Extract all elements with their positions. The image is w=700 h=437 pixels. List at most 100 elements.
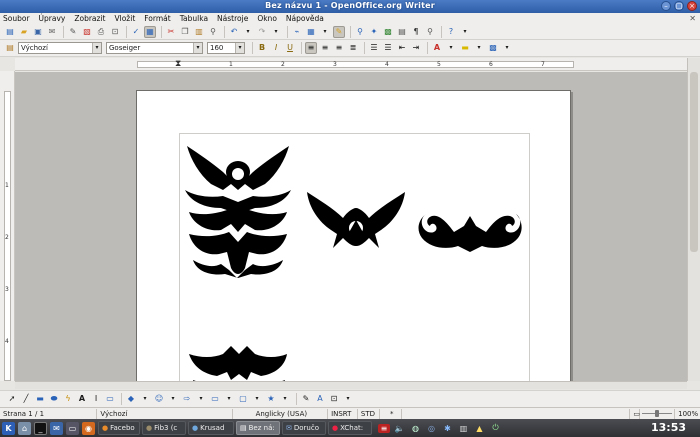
ornament-glyph-partial[interactable]	[187, 346, 289, 381]
kde-menu-icon[interactable]: K	[2, 421, 15, 435]
status-page[interactable]: Strana 1 / 1	[0, 408, 98, 419]
menu-tools[interactable]: Nástroje	[217, 14, 248, 23]
speaker-icon[interactable]: 🔈	[393, 422, 406, 435]
vertical-text-icon[interactable]: I	[90, 393, 102, 405]
network-icon[interactable]: ◍	[409, 422, 422, 435]
new-document-icon[interactable]: ▤	[4, 26, 16, 38]
decrease-indent-icon[interactable]: ⇤	[396, 42, 408, 54]
bullets-icon[interactable]: ☰	[382, 42, 394, 54]
datasources-icon[interactable]: ▤	[396, 26, 408, 38]
view-layout-icon[interactable]: ▭	[630, 408, 641, 419]
chevron-down-icon[interactable]: ▾	[92, 43, 101, 53]
help-icon[interactable]: ?	[445, 26, 457, 38]
autospellcheck-icon[interactable]: ▦	[144, 25, 156, 38]
power-icon[interactable]: ⏻	[489, 422, 502, 435]
redo-icon[interactable]: ↷	[256, 26, 268, 38]
status-modified[interactable]: *	[380, 408, 402, 419]
flowcharts-icon[interactable]: ▭	[209, 393, 221, 405]
chevron-down-icon[interactable]: ▾	[193, 43, 202, 53]
save-icon[interactable]: ▣	[32, 26, 44, 38]
callouts-icon[interactable]: ▭	[104, 393, 116, 405]
background-color-icon[interactable]: ▩	[487, 42, 499, 54]
ornament-glyph-wings[interactable]	[305, 190, 407, 252]
zoom-value[interactable]: 100%	[675, 409, 700, 419]
font-color-dropdown-icon[interactable]: ▾	[445, 42, 457, 54]
minimize-button[interactable]: –	[661, 1, 671, 11]
updater-icon[interactable]: ▲	[473, 422, 486, 435]
close-document-icon[interactable]: ✕	[689, 14, 696, 23]
menu-file[interactable]: Soubor	[3, 14, 30, 23]
basic-shapes-dropdown-icon[interactable]: ▾	[139, 393, 151, 405]
export-pdf-icon[interactable]: ▧	[81, 26, 93, 38]
desktop-icon[interactable]: ▭	[66, 421, 79, 435]
indent-marker-icon[interactable]: ⧗	[175, 60, 181, 69]
callout-shapes-icon[interactable]: ▢	[237, 393, 249, 405]
status-language[interactable]: Anglicky (USA)	[233, 408, 329, 419]
task-button-active[interactable]: ▤ Bez ná:	[236, 421, 280, 435]
text-icon[interactable]: A	[76, 393, 88, 405]
toolbar-options-icon[interactable]: ▾	[342, 393, 354, 405]
font-color-icon[interactable]: A	[431, 42, 443, 54]
task-button[interactable]: ✉ Doručo	[282, 421, 326, 435]
ornament-glyph-face[interactable]	[185, 142, 291, 278]
clone-formatting-icon[interactable]: ⚲	[207, 26, 219, 38]
zoom-icon[interactable]: ⚲	[424, 26, 436, 38]
underline-icon[interactable]: U	[284, 42, 296, 54]
symbol-shapes-dropdown-icon[interactable]: ▾	[167, 393, 179, 405]
menu-insert[interactable]: Vložit	[115, 14, 136, 23]
konsole-icon[interactable]: _	[34, 421, 47, 435]
chevron-down-icon[interactable]: ▾	[235, 43, 244, 53]
align-right-icon[interactable]: ≡	[333, 42, 345, 54]
firefox-launcher-icon[interactable]: ◉	[82, 421, 95, 435]
document-page[interactable]	[136, 90, 571, 381]
table-dropdown-icon[interactable]: ▾	[319, 26, 331, 38]
navigator-icon[interactable]: ✦	[368, 26, 380, 38]
task-button[interactable]: ● Facebo	[98, 421, 140, 435]
align-left-icon[interactable]: ≡	[305, 42, 317, 54]
thunderbird-icon[interactable]: ✉	[50, 421, 63, 435]
horizontal-scrollbar[interactable]	[15, 381, 687, 389]
select-arrow-icon[interactable]: ➚	[6, 393, 18, 405]
table-icon[interactable]: ▦	[305, 26, 317, 38]
font-size-select[interactable]: 160 ▾	[207, 42, 245, 54]
ornament-glyph-flourish[interactable]	[418, 208, 524, 254]
stars-dropdown-icon[interactable]: ▾	[279, 393, 291, 405]
bluetooth-icon[interactable]: ✱	[441, 422, 454, 435]
bold-icon[interactable]: B	[256, 42, 268, 54]
nonprinting-characters-icon[interactable]: ¶	[410, 26, 422, 38]
flag-us-icon[interactable]: ≡	[378, 423, 390, 433]
menu-help[interactable]: Nápověda	[286, 14, 324, 23]
paragraph-style-select[interactable]: Výchozí ▾	[18, 42, 102, 54]
symbol-shapes-icon[interactable]: ☺	[153, 393, 165, 405]
font-name-select[interactable]: Goseiger ▾	[106, 42, 203, 54]
undo-dropdown-icon[interactable]: ▾	[242, 26, 254, 38]
menu-edit[interactable]: Úpravy	[39, 14, 66, 23]
menu-window[interactable]: Okno	[257, 14, 277, 23]
undo-icon[interactable]: ↶	[228, 26, 240, 38]
callout-shapes-dropdown-icon[interactable]: ▾	[251, 393, 263, 405]
stars-icon[interactable]: ★	[265, 393, 277, 405]
highlighting-dropdown-icon[interactable]: ▾	[473, 42, 485, 54]
menu-view[interactable]: Zobrazit	[74, 14, 105, 23]
vertical-ruler[interactable]: 1 2 3 4	[0, 71, 15, 381]
toolbar-options-icon[interactable]: ▾	[501, 42, 513, 54]
block-arrows-icon[interactable]: ⇨	[181, 393, 193, 405]
basic-shapes-icon[interactable]: ◆	[125, 393, 137, 405]
scrollbar-thumb[interactable]	[690, 72, 698, 252]
edit-file-icon[interactable]: ✎	[67, 26, 79, 38]
fontwork-gallery-icon[interactable]: A	[314, 393, 326, 405]
menu-table[interactable]: Tabulka	[180, 14, 208, 23]
task-button[interactable]: ● Fib3 (c	[142, 421, 186, 435]
task-button[interactable]: ● XChat:	[328, 421, 372, 435]
menu-format[interactable]: Formát	[144, 14, 170, 23]
styles-formatting-icon[interactable]: ▤	[4, 42, 16, 54]
home-folder-icon[interactable]: ⌂	[18, 421, 31, 435]
italic-icon[interactable]: I	[270, 42, 282, 54]
redo-dropdown-icon[interactable]: ▾	[270, 26, 282, 38]
rectangle-icon[interactable]: ▬	[34, 393, 46, 405]
open-icon[interactable]: ▰	[18, 26, 30, 38]
line-icon[interactable]: ╱	[20, 393, 32, 405]
freeform-line-icon[interactable]: ϟ	[62, 393, 74, 405]
show-draw-functions-icon[interactable]: ✎	[333, 25, 345, 38]
window-titlebar[interactable]: Bez názvu 1 - OpenOffice.org Writer – □ …	[0, 0, 700, 13]
